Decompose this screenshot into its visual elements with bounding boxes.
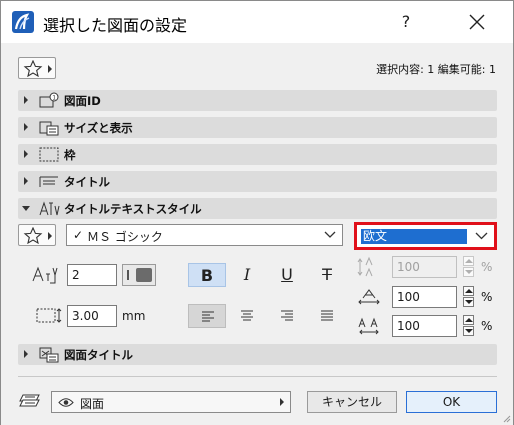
section-label: 枠: [64, 148, 76, 162]
section-drawing-id[interactable]: 1 図面ID: [18, 90, 497, 111]
resize-grip-icon[interactable]: [501, 413, 511, 423]
width-factor-icon: [358, 289, 380, 305]
stepper-up-button[interactable]: [463, 256, 474, 266]
pen-swatch-divider: [127, 270, 129, 280]
eye-icon: [58, 398, 74, 407]
drawing-title-icon: [39, 347, 59, 363]
character-spacing-icon: [358, 317, 379, 335]
width-factor-stepper[interactable]: [462, 286, 475, 308]
star-icon: [23, 60, 43, 77]
pen-text-icon: [32, 266, 58, 284]
window-title: 選択した図面の設定: [43, 16, 188, 35]
title-bar: 選択した図面の設定 ?: [1, 1, 513, 43]
align-right-button[interactable]: [268, 304, 306, 328]
size-display-icon: [39, 121, 59, 136]
expand-arrow-icon: [24, 177, 28, 185]
section-label: サイズと表示: [64, 121, 133, 135]
text-style-favorites-button[interactable]: [18, 224, 56, 246]
chevron-down-icon: [324, 231, 336, 238]
close-button[interactable]: [459, 7, 495, 37]
align-left-icon: [202, 311, 214, 322]
svg-text:1: 1: [52, 95, 56, 102]
text-height-field[interactable]: 3.00: [67, 305, 117, 327]
section-drawing-title[interactable]: 図面タイトル: [18, 344, 497, 365]
dropdown-arrow-icon: [280, 398, 284, 406]
favorites-button[interactable]: [18, 57, 56, 79]
text-style-icon: [39, 201, 60, 216]
section-title[interactable]: タイトル: [18, 171, 497, 192]
font-name: ＭＳ ゴシック: [87, 230, 163, 244]
dialog-window: 選択した図面の設定 ? 選択内容: 1 編集可能: 1 1 図面ID サイズと表…: [0, 0, 514, 425]
title-icon: [39, 176, 58, 187]
align-justify-icon: [321, 310, 333, 321]
align-justify-button[interactable]: [308, 304, 346, 328]
strikethrough-button[interactable]: T: [308, 263, 346, 287]
section-label: タイトルテキストスタイル: [64, 202, 202, 216]
dialog-body: 選択内容: 1 編集可能: 1 1 図面ID サイズと表示 枠 タイトル タイト…: [1, 43, 513, 425]
text-height-icon: [36, 308, 62, 323]
line-spacing-field[interactable]: 100: [392, 256, 457, 278]
height-unit-label: mm: [122, 309, 146, 323]
layer-select[interactable]: 図面: [51, 391, 291, 413]
align-right-icon: [281, 310, 293, 321]
expand-arrow-icon: [24, 123, 28, 131]
section-size-display[interactable]: サイズと表示: [18, 117, 497, 138]
chevron-down-icon: [475, 232, 488, 240]
align-left-button[interactable]: [188, 304, 226, 328]
archicad-logo-icon: [12, 11, 34, 33]
font-select[interactable]: ✓ ＭＳ ゴシック: [66, 224, 343, 246]
expand-arrow-icon: [24, 350, 28, 358]
cancel-button[interactable]: キャンセル: [307, 391, 397, 413]
percent-label: %: [481, 260, 493, 274]
dropdown-arrow-icon: [48, 65, 52, 73]
star-icon: [23, 227, 43, 244]
font-check-mark: ✓: [73, 228, 84, 242]
section-label: 図面タイトル: [64, 348, 133, 362]
line-spacing-icon: [357, 256, 373, 277]
layer-icon: [19, 394, 40, 407]
script-select[interactable]: 欧文: [354, 222, 497, 250]
drawing-id-icon: 1: [39, 92, 59, 108]
italic-button[interactable]: I: [228, 263, 266, 287]
character-spacing-field[interactable]: 100: [392, 315, 457, 337]
collapse-arrow-icon: [22, 206, 30, 211]
close-icon: [469, 14, 485, 30]
stepper-up-button[interactable]: [463, 286, 474, 296]
frame-icon: [39, 147, 59, 162]
pen-color-button[interactable]: [122, 264, 156, 286]
pen-number-field[interactable]: 2: [67, 264, 117, 286]
section-frame[interactable]: 枠: [18, 144, 497, 165]
character-spacing-stepper[interactable]: [462, 315, 475, 337]
stepper-down-button[interactable]: [463, 267, 474, 277]
selection-info: 選択内容: 1 編集可能: 1: [376, 63, 496, 76]
section-title-text-style[interactable]: タイトルテキストスタイル: [18, 198, 497, 219]
section-label: タイトル: [64, 175, 110, 189]
width-factor-field[interactable]: 100: [392, 286, 457, 308]
footer-separator: [18, 376, 497, 377]
section-label: 図面ID: [64, 94, 101, 108]
stepper-down-button[interactable]: [463, 297, 474, 307]
pen-color-swatch: [136, 268, 152, 282]
expand-arrow-icon: [24, 96, 28, 104]
help-button[interactable]: ?: [391, 9, 421, 35]
stepper-up-button[interactable]: [463, 315, 474, 325]
line-spacing-stepper[interactable]: [462, 256, 475, 278]
percent-label: %: [481, 319, 493, 333]
ok-button[interactable]: OK: [406, 391, 497, 413]
align-center-button[interactable]: [228, 304, 266, 328]
layer-name: 図面: [80, 397, 105, 411]
bold-button[interactable]: B: [188, 263, 226, 287]
expand-arrow-icon: [24, 150, 28, 158]
align-center-icon: [241, 310, 253, 321]
dropdown-arrow-icon: [48, 232, 52, 240]
percent-label: %: [481, 290, 493, 304]
underline-button[interactable]: U: [268, 263, 306, 287]
script-selected-value: 欧文: [361, 229, 467, 244]
stepper-down-button[interactable]: [463, 326, 474, 336]
